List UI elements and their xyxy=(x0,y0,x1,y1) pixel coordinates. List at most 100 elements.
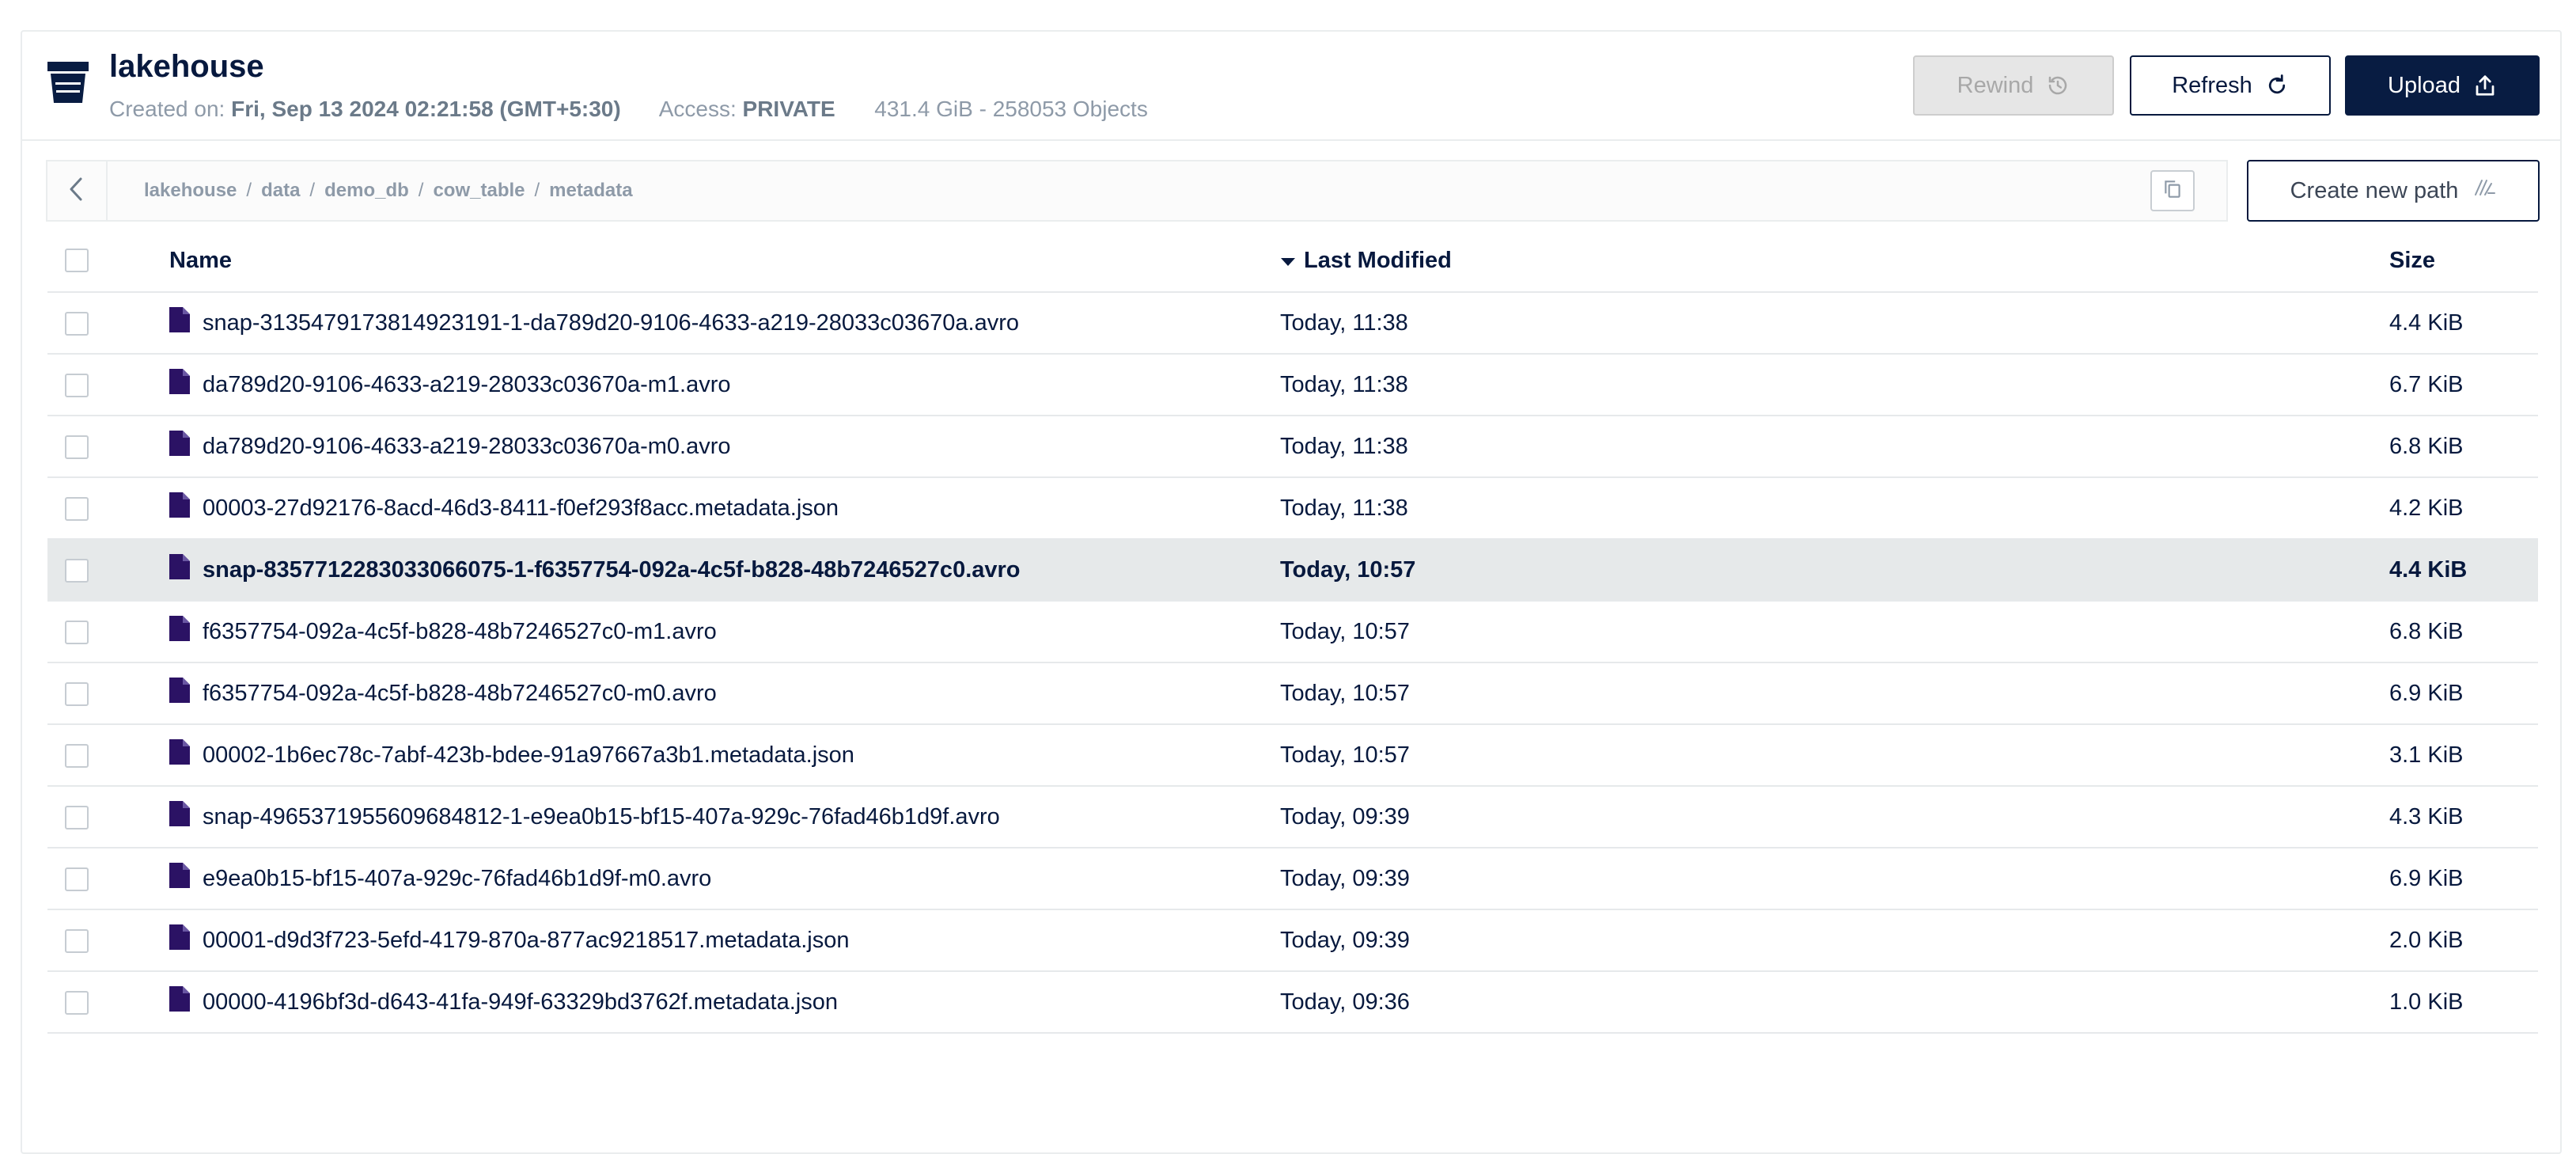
row-checkbox[interactable] xyxy=(65,867,89,891)
file-icon xyxy=(169,431,203,462)
breadcrumb-item[interactable]: demo_db xyxy=(324,180,409,202)
row-checkbox[interactable] xyxy=(65,806,89,829)
table-row[interactable]: snap-8357712283033066075-1-f6357754-092a… xyxy=(47,540,2538,602)
table-row[interactable]: snap-4965371955609684812-1-e9ea0b15-bf15… xyxy=(47,787,2538,848)
breadcrumb-item[interactable]: cow_table xyxy=(433,180,525,202)
file-name-cell[interactable]: 00001-d9d3f723-5efd-4179-870a-877ac92185… xyxy=(169,910,850,970)
breadcrumb: lakehouse / data / demo_db / cow_table /… xyxy=(144,180,633,202)
file-name-cell[interactable]: da789d20-9106-4633-a219-28033c03670a-m1.… xyxy=(169,355,731,415)
last-modified-cell: Today, 09:39 xyxy=(1280,865,1410,891)
last-modified-cell: Today, 10:57 xyxy=(1280,742,1410,768)
rewind-label: Rewind xyxy=(1957,72,2034,98)
table-row[interactable]: 00002-1b6ec78c-7abf-423b-bdee-91a97667a3… xyxy=(47,725,2538,787)
file-icon xyxy=(169,307,203,339)
file-name-cell[interactable]: snap-3135479173814923191-1-da789d20-9106… xyxy=(169,293,1019,353)
file-icon xyxy=(169,492,203,524)
last-modified-cell: Today, 09:36 xyxy=(1280,989,1410,1015)
table-row[interactable]: da789d20-9106-4633-a219-28033c03670a-m0.… xyxy=(47,416,2538,478)
new-path-icon xyxy=(2472,177,2496,204)
upload-button[interactable]: Upload xyxy=(2345,55,2540,116)
file-name: snap-8357712283033066075-1-f6357754-092a… xyxy=(203,556,1021,583)
row-checkbox[interactable] xyxy=(65,559,89,583)
object-browser-panel: lakehouse Created on: Fri, Sep 13 2024 0… xyxy=(21,30,2562,1154)
size-cell: 4.2 KiB xyxy=(2389,495,2464,521)
size-cell: 6.7 KiB xyxy=(2389,371,2464,397)
last-modified-cell: Today, 09:39 xyxy=(1280,927,1410,953)
file-icon xyxy=(169,554,203,586)
file-name-cell[interactable]: e9ea0b15-bf15-407a-929c-76fad46b1d9f-m0.… xyxy=(169,848,711,909)
column-header-name[interactable]: Name xyxy=(169,230,232,291)
bucket-usage: 431.4 GiB - 258053 Objects xyxy=(874,97,1148,121)
bucket-title: lakehouse xyxy=(109,49,264,84)
refresh-button[interactable]: Refresh xyxy=(2130,55,2331,116)
row-checkbox[interactable] xyxy=(65,374,89,397)
last-modified-cell: Today, 10:57 xyxy=(1280,618,1410,644)
file-name-cell[interactable]: 00000-4196bf3d-d643-41fa-949f-63329bd376… xyxy=(169,972,838,1032)
upload-label: Upload xyxy=(2388,72,2460,98)
column-header-size[interactable]: Size xyxy=(2389,230,2435,291)
table-row[interactable]: 00003-27d92176-8acd-46d3-8411-f0ef293f8a… xyxy=(47,478,2538,540)
created-label: Created on: xyxy=(109,97,225,121)
back-button[interactable] xyxy=(47,161,108,220)
row-checkbox[interactable] xyxy=(65,621,89,644)
table-body: snap-3135479173814923191-1-da789d20-9106… xyxy=(47,293,2538,1034)
file-name-cell[interactable]: 00002-1b6ec78c-7abf-423b-bdee-91a97667a3… xyxy=(169,725,854,785)
select-all-checkbox[interactable] xyxy=(65,249,89,272)
size-cell: 4.4 KiB xyxy=(2389,309,2464,336)
bucket-meta: Created on: Fri, Sep 13 2024 02:21:58 (G… xyxy=(109,97,1148,122)
rewind-button[interactable]: Rewind xyxy=(1913,55,2114,116)
file-name-cell[interactable]: 00003-27d92176-8acd-46d3-8411-f0ef293f8a… xyxy=(169,478,839,538)
file-name-cell[interactable]: f6357754-092a-4c5f-b828-48b7246527c0-m0.… xyxy=(169,663,717,723)
row-checkbox[interactable] xyxy=(65,497,89,521)
row-checkbox[interactable] xyxy=(65,682,89,706)
access-value: PRIVATE xyxy=(742,97,835,121)
refresh-label: Refresh xyxy=(2172,72,2252,98)
size-cell: 6.8 KiB xyxy=(2389,433,2464,459)
file-name-cell[interactable]: da789d20-9106-4633-a219-28033c03670a-m0.… xyxy=(169,416,731,476)
column-header-last-modified-label: Last Modified xyxy=(1304,247,1452,273)
size-cell: 6.9 KiB xyxy=(2389,865,2464,891)
access-label: Access: xyxy=(658,97,737,121)
row-checkbox[interactable] xyxy=(65,991,89,1015)
file-name-cell[interactable]: snap-4965371955609684812-1-e9ea0b15-bf15… xyxy=(169,787,1000,847)
copy-path-button[interactable] xyxy=(2150,170,2195,211)
breadcrumb-item[interactable]: lakehouse xyxy=(144,180,237,202)
file-icon xyxy=(169,986,203,1018)
column-header-last-modified[interactable]: Last Modified xyxy=(1280,230,1452,291)
size-cell: 3.1 KiB xyxy=(2389,742,2464,768)
row-checkbox[interactable] xyxy=(65,744,89,768)
table-row[interactable]: e9ea0b15-bf15-407a-929c-76fad46b1d9f-m0.… xyxy=(47,848,2538,910)
row-checkbox[interactable] xyxy=(65,435,89,459)
table-row[interactable]: snap-3135479173814923191-1-da789d20-9106… xyxy=(47,293,2538,355)
file-name: 00001-d9d3f723-5efd-4179-870a-877ac92185… xyxy=(203,927,850,953)
refresh-icon xyxy=(2265,74,2289,97)
table-row[interactable]: 00001-d9d3f723-5efd-4179-870a-877ac92185… xyxy=(47,910,2538,972)
file-name: f6357754-092a-4c5f-b828-48b7246527c0-m1.… xyxy=(203,618,717,644)
created-value: Fri, Sep 13 2024 02:21:58 (GMT+5:30) xyxy=(231,97,621,121)
file-icon xyxy=(169,801,203,833)
table-row[interactable]: da789d20-9106-4633-a219-28033c03670a-m1.… xyxy=(47,355,2538,416)
table-header: Name Last Modified Size xyxy=(47,230,2538,293)
file-name-cell[interactable]: f6357754-092a-4c5f-b828-48b7246527c0-m1.… xyxy=(169,602,717,662)
size-cell: 2.0 KiB xyxy=(2389,927,2464,953)
table-row[interactable]: 00000-4196bf3d-d643-41fa-949f-63329bd376… xyxy=(47,972,2538,1034)
breadcrumb-item[interactable]: data xyxy=(261,180,300,202)
bucket-header: lakehouse Created on: Fri, Sep 13 2024 0… xyxy=(22,32,2560,141)
table-row[interactable]: f6357754-092a-4c5f-b828-48b7246527c0-m0.… xyxy=(47,663,2538,725)
file-name: 00000-4196bf3d-d643-41fa-949f-63329bd376… xyxy=(203,989,838,1015)
file-icon xyxy=(169,924,203,956)
row-checkbox[interactable] xyxy=(65,929,89,953)
upload-icon xyxy=(2473,74,2497,97)
file-icon xyxy=(169,616,203,647)
create-new-path-button[interactable]: Create new path xyxy=(2247,160,2540,222)
size-cell: 4.4 KiB xyxy=(2389,556,2468,583)
last-modified-cell: Today, 11:38 xyxy=(1280,433,1408,459)
size-cell: 4.3 KiB xyxy=(2389,803,2464,829)
file-name-cell[interactable]: snap-8357712283033066075-1-f6357754-092a… xyxy=(169,540,1021,600)
last-modified-cell: Today, 11:38 xyxy=(1280,371,1408,397)
breadcrumb-item: metadata xyxy=(549,180,633,201)
table-row[interactable]: f6357754-092a-4c5f-b828-48b7246527c0-m1.… xyxy=(47,602,2538,663)
last-modified-cell: Today, 11:38 xyxy=(1280,495,1408,521)
row-checkbox[interactable] xyxy=(65,312,89,336)
last-modified-cell: Today, 10:57 xyxy=(1280,556,1416,583)
